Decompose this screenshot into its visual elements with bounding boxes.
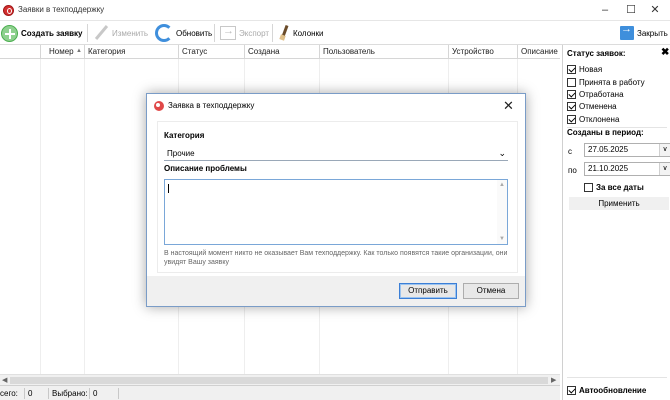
scroll-up-icon[interactable]: ▲: [499, 182, 505, 188]
close-button[interactable]: Закрыть: [620, 23, 668, 43]
filter-panel: Статус заявок: ✖ Новая Принята в работу …: [562, 45, 670, 400]
columns-label: Колонки: [293, 28, 324, 38]
text-caret: [168, 184, 169, 193]
column-header-category[interactable]: Категория: [84, 45, 178, 59]
window-title: Заявки в техподдержку: [18, 5, 105, 14]
close-label: Закрыть: [637, 28, 668, 38]
date-to-value: 21.10.2025: [588, 164, 629, 173]
selected-label: Выбрано:: [52, 389, 88, 398]
checkbox[interactable]: [567, 114, 576, 124]
exit-icon: [620, 23, 634, 40]
checkbox[interactable]: [567, 89, 576, 99]
cancel-button[interactable]: Отмена: [463, 283, 519, 299]
checkbox[interactable]: [567, 385, 576, 395]
textarea-scrollbar[interactable]: ▲ ▼: [497, 180, 507, 244]
scroll-down-icon[interactable]: ▼: [499, 236, 505, 242]
dialog-form: Категория Прочие ⌄ Описание проблемы ▲ ▼…: [157, 121, 518, 273]
date-to-picker[interactable]: 21.10.2025 ∨: [584, 162, 670, 176]
selected-value: 0: [93, 389, 98, 398]
column-header-user[interactable]: Пользователь: [319, 45, 448, 59]
export-label: Экспорт: [239, 28, 270, 38]
date-from-label: с: [568, 147, 572, 156]
column-header-device[interactable]: Устройство: [448, 45, 517, 59]
row-indicator-header: [0, 45, 40, 59]
column-header-created[interactable]: Создана: [244, 45, 319, 59]
all-dates-label: За все даты: [596, 182, 644, 192]
support-note: В настоящий момент никто не оказывает Ва…: [164, 250, 508, 266]
horizontal-scrollbar[interactable]: ◀ ▶: [0, 374, 560, 385]
create-request-label: Создать заявку: [21, 28, 83, 38]
status-checkbox-in-progress[interactable]: Принята в работу: [567, 76, 645, 88]
status-label: Отработана: [579, 89, 624, 99]
status-bar: сего: 0 Выбрано: 0: [0, 385, 560, 400]
columns-button[interactable]: Колонки: [278, 23, 324, 43]
description-label: Описание проблемы: [164, 164, 247, 173]
status-label: Отклонена: [579, 114, 620, 124]
category-value: Прочие: [167, 149, 195, 158]
sort-arrow-icon: ▲: [76, 48, 82, 54]
grid-header: Номер Категория Статус Создана Пользоват…: [0, 45, 560, 59]
date-from-picker[interactable]: 27.05.2025 ∨: [584, 143, 670, 157]
total-label: сего:: [0, 389, 18, 398]
dialog-app-icon: [154, 101, 164, 111]
auto-update-label: Автообновление: [579, 385, 647, 395]
pencil-icon: [93, 25, 109, 41]
status-checkbox-new[interactable]: Новая: [567, 63, 602, 75]
refresh-icon: [155, 24, 173, 42]
refresh-button[interactable]: Обновить: [155, 23, 212, 43]
edit-label: Изменить: [112, 28, 149, 38]
status-label: Принята в работу: [579, 77, 645, 87]
status-checkbox-cancelled[interactable]: Отменена: [567, 100, 617, 112]
status-checkbox-done[interactable]: Отработана: [567, 88, 624, 100]
status-filter-title: Статус заявок:: [567, 49, 626, 58]
column-header-status[interactable]: Статус: [178, 45, 244, 59]
all-dates-checkbox[interactable]: За все даты: [584, 181, 644, 193]
checkbox[interactable]: [584, 182, 593, 192]
toolbar: Создать заявку Изменить Обновить Экспорт…: [0, 21, 670, 45]
dialog-close-icon[interactable]: ✕: [503, 98, 514, 114]
column-header-description[interactable]: Описание пр: [517, 45, 560, 59]
title-bar: Заявки в техподдержку – ☐ ✕: [0, 0, 670, 21]
support-request-dialog: Заявка в техподдержку ✕ Категория Прочие…: [146, 93, 526, 307]
plus-icon: [1, 24, 18, 42]
status-label: Отменена: [579, 101, 617, 111]
window-close-button[interactable]: ✕: [640, 2, 670, 19]
columns-icon: [278, 25, 290, 41]
calendar-dropdown-icon[interactable]: ∨: [659, 144, 670, 156]
app-icon: [3, 5, 14, 16]
export-button[interactable]: Экспорт: [220, 23, 269, 43]
date-from-value: 27.05.2025: [588, 145, 629, 154]
dialog-title: Заявка в техподдержку: [168, 101, 255, 110]
description-textarea[interactable]: ▲ ▼: [164, 179, 508, 245]
auto-update-checkbox[interactable]: Автообновление: [567, 384, 646, 396]
status-label: Новая: [579, 64, 603, 74]
checkbox[interactable]: [567, 101, 576, 111]
dialog-title-bar: Заявка в техподдержку ✕: [147, 94, 525, 118]
refresh-label: Обновить: [176, 28, 213, 38]
chevron-down-icon[interactable]: ⌄: [498, 147, 506, 159]
scrollbar-thumb[interactable]: [10, 377, 548, 384]
create-request-button[interactable]: Создать заявку: [1, 23, 82, 43]
send-button[interactable]: Отправить: [399, 283, 457, 299]
total-value: 0: [28, 389, 33, 398]
category-select[interactable]: Прочие ⌄: [164, 148, 508, 161]
dialog-footer: Отправить Отмена: [147, 276, 525, 306]
period-filter-title: Созданы в период:: [567, 128, 644, 137]
panel-close-icon[interactable]: ✖: [661, 47, 669, 58]
checkbox[interactable]: [567, 64, 576, 74]
export-icon: [220, 25, 236, 40]
edit-button[interactable]: Изменить: [93, 23, 148, 43]
checkbox[interactable]: [567, 77, 576, 87]
status-checkbox-rejected[interactable]: Отклонена: [567, 113, 619, 125]
date-to-label: по: [568, 166, 577, 175]
category-label: Категория: [164, 131, 205, 140]
calendar-dropdown-icon[interactable]: ∨: [659, 163, 670, 175]
apply-button[interactable]: Применить: [569, 197, 669, 210]
